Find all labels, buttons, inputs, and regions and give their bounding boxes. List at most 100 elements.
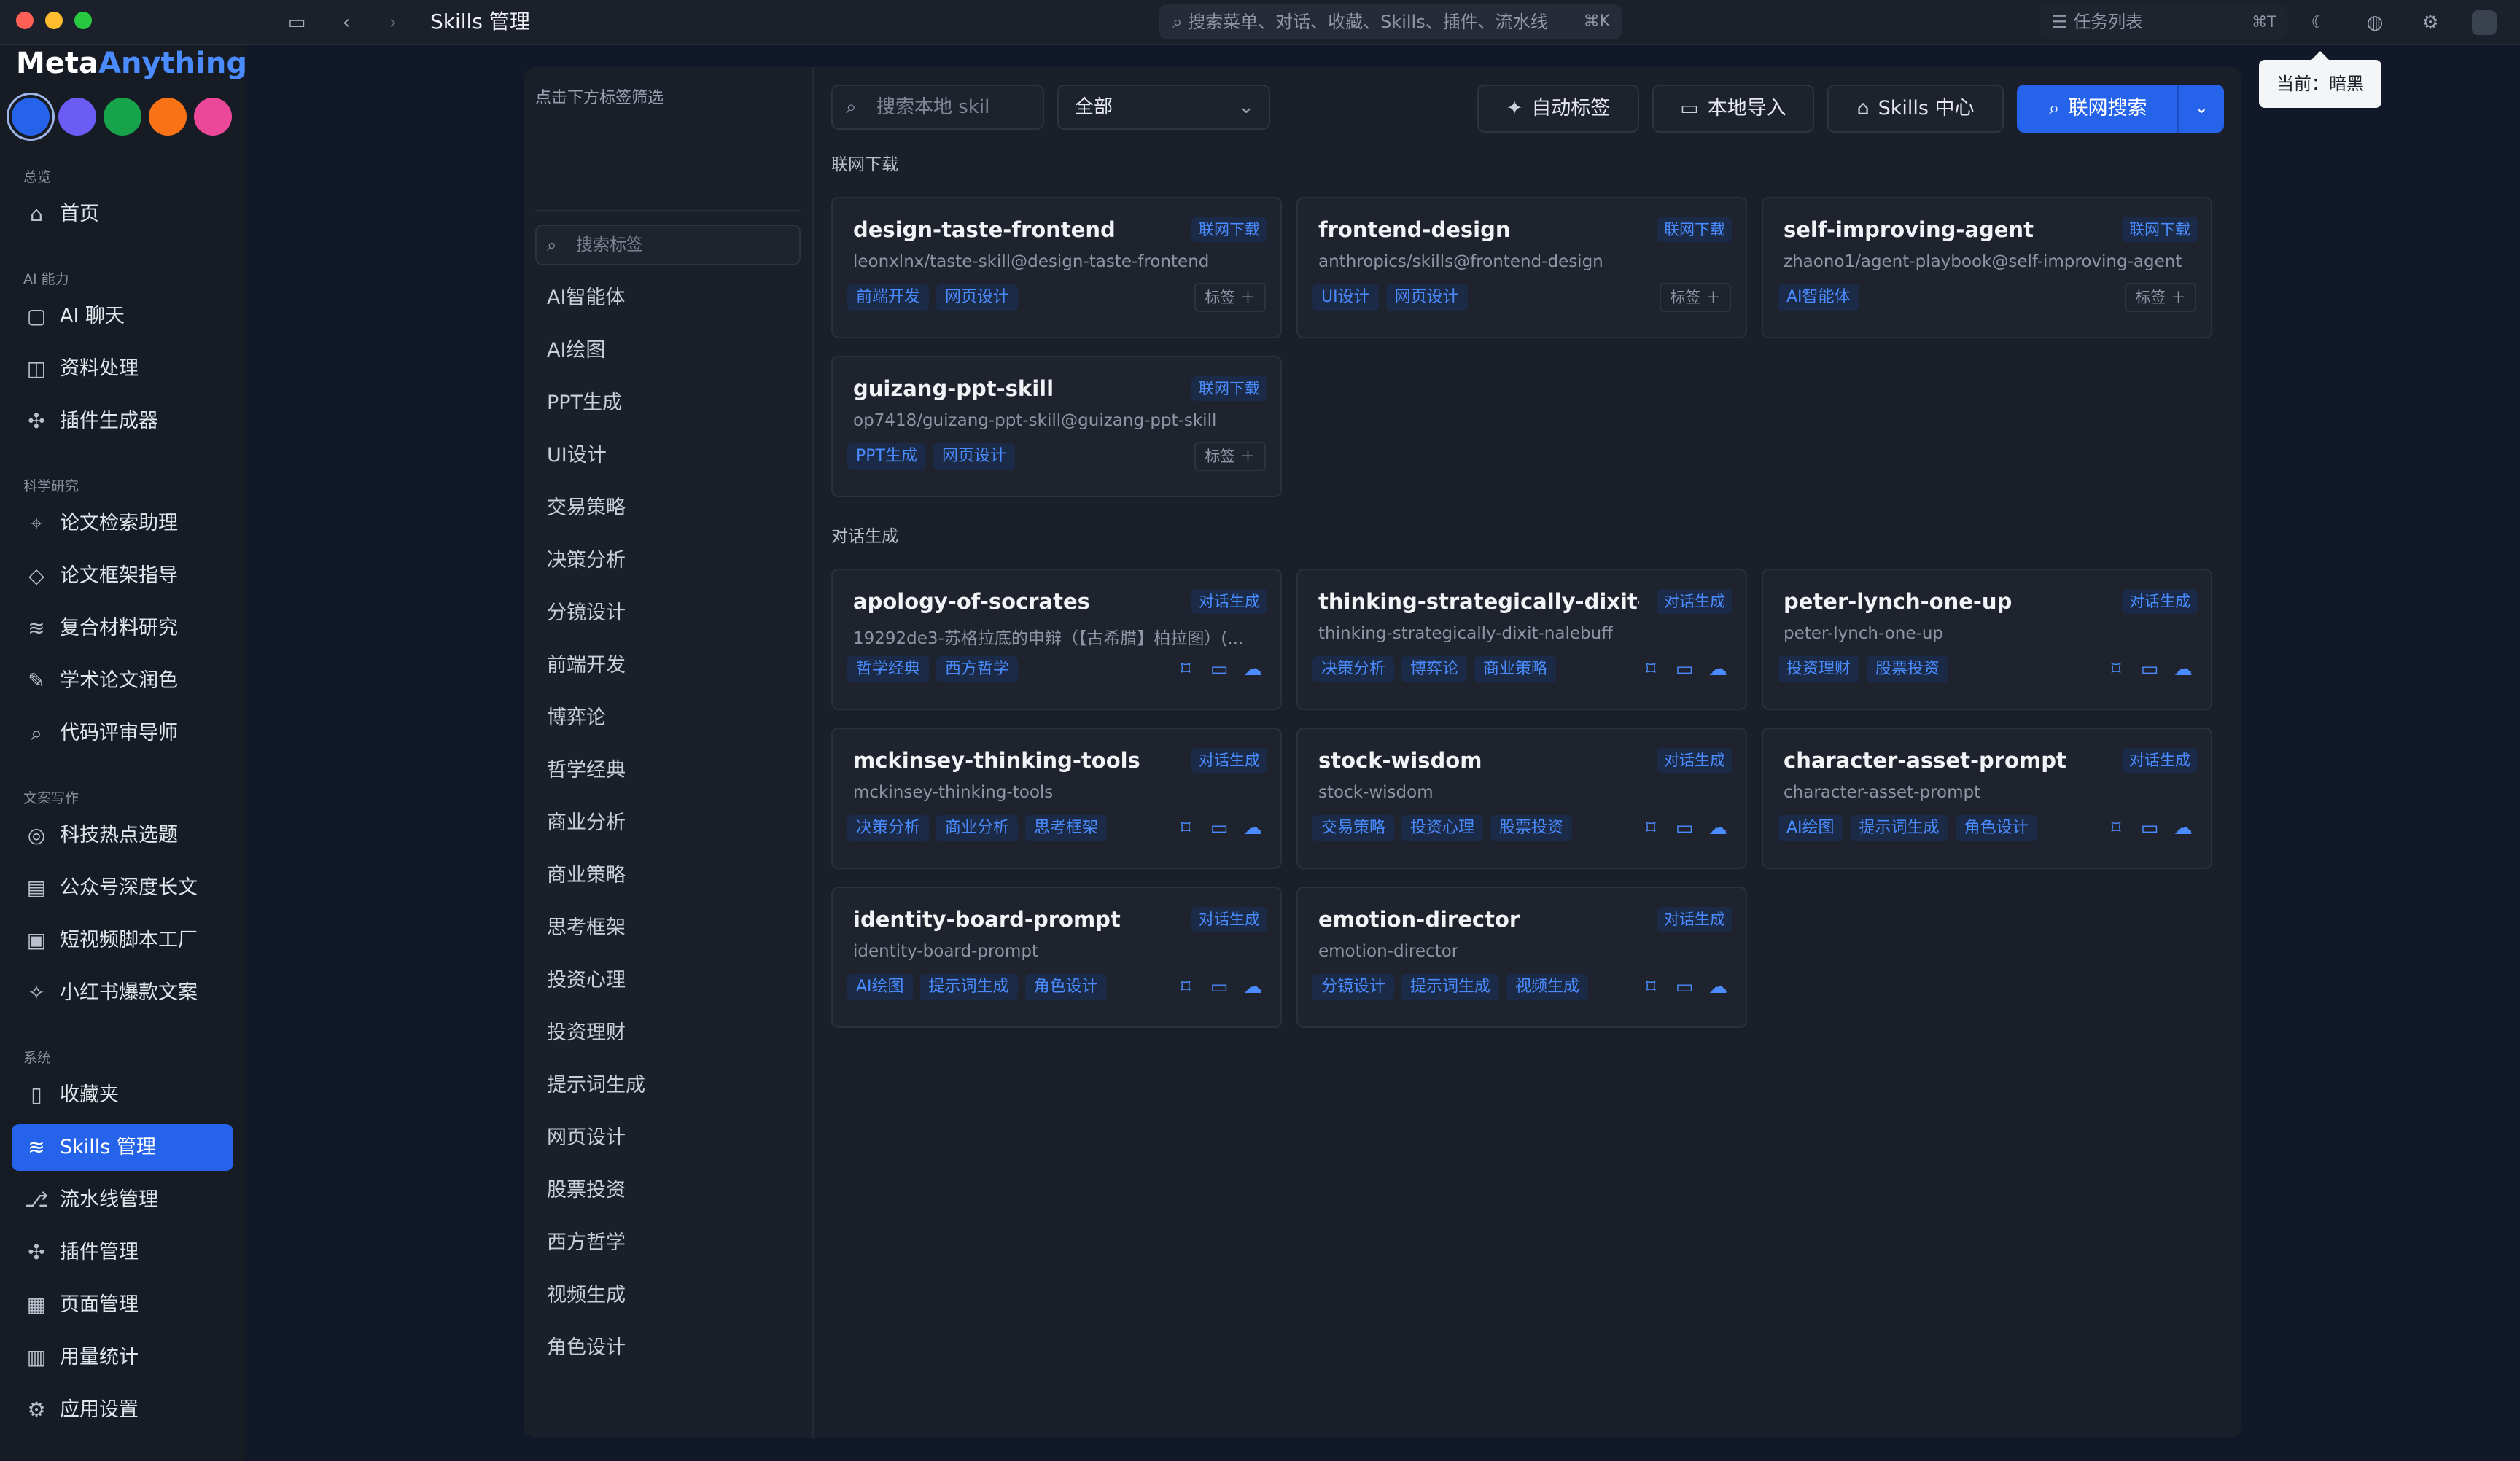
tag-icon[interactable]: ⌑: [1636, 971, 1665, 1003]
tag-chip[interactable]: 网页设计: [936, 284, 1019, 311]
tag-filter-item[interactable]: 投资心理: [547, 964, 626, 992]
tag-search-input[interactable]: ⌕ 搜索标签: [535, 225, 801, 265]
tag-chip[interactable]: 提示词生成: [1850, 815, 1948, 841]
cloud-upload-icon[interactable]: ☁: [1703, 971, 1732, 1003]
sidebar-item-xhs-copy[interactable]: ✧ 小红书爆款文案: [12, 970, 233, 1016]
sidebar-item-favorites[interactable]: ▯ 收藏夹: [12, 1072, 233, 1118]
tag-chip[interactable]: UI设计: [1312, 284, 1379, 311]
tag-filter-item[interactable]: 商业分析: [547, 806, 626, 835]
web-search-menu-button[interactable]: ⌄: [2177, 85, 2224, 133]
global-search[interactable]: ⌕ 搜索菜单、对话、收藏、Skills、插件、流水线 ⌘K: [1159, 4, 1622, 39]
cloud-upload-icon[interactable]: ☁: [1238, 812, 1267, 844]
skill-card[interactable]: character-asset-prompt 对话生成 character-asse…: [1762, 728, 2212, 869]
tag-chip[interactable]: AI绘图: [1778, 815, 1843, 841]
maximize-window-button[interactable]: [74, 12, 92, 29]
skill-card[interactable]: self-improving-agent 联网下载 zhaono1/agent-pl…: [1762, 197, 2212, 338]
folder-search-icon[interactable]: ▭: [2135, 653, 2164, 685]
tag-filter-item[interactable]: 商业策略: [547, 859, 626, 887]
add-tag-button[interactable]: 标签 ＋: [1194, 283, 1266, 312]
cloud-upload-icon[interactable]: ☁: [2169, 812, 2198, 844]
sidebar-item-paper-search[interactable]: ⌖ 论文检索助理: [12, 500, 233, 547]
tag-filter-item[interactable]: 哲学经典: [547, 754, 626, 782]
close-window-button[interactable]: [16, 12, 34, 29]
sidebar-item-paper-framework[interactable]: ◇ 论文框架指导: [12, 553, 233, 599]
cloud-upload-icon[interactable]: ☁: [1238, 653, 1267, 685]
folder-search-icon[interactable]: ▭: [2135, 812, 2164, 844]
web-search-button[interactable]: ⌕ 联网搜索: [2017, 85, 2179, 133]
tag-chip[interactable]: 角色设计: [1024, 974, 1107, 1000]
sidebar-item-settings[interactable]: ⚙ 应用设置: [12, 1387, 233, 1433]
skill-card[interactable]: identity-board-prompt 对话生成 identity-board-…: [831, 887, 1282, 1028]
tag-chip[interactable]: 商业策略: [1474, 656, 1557, 682]
tag-chip[interactable]: 博弈论: [1401, 656, 1468, 682]
tag-chip[interactable]: 网页设计: [1385, 284, 1468, 311]
tag-chip[interactable]: AI智能体: [1778, 284, 1859, 311]
tag-chip[interactable]: 网页设计: [933, 443, 1015, 470]
sidebar-item-skills[interactable]: ≋ Skills 管理: [12, 1124, 233, 1171]
tag-chip[interactable]: 前端开发: [847, 284, 930, 311]
tag-filter-item[interactable]: 提示词生成: [547, 1069, 645, 1097]
tag-chip[interactable]: 分镜设计: [1312, 974, 1395, 1000]
skill-card[interactable]: frontend-design 联网下载 anthropics/skills@fro…: [1296, 197, 1747, 338]
cloud-upload-icon[interactable]: ☁: [1703, 653, 1732, 685]
tag-filter-item[interactable]: 西方哲学: [547, 1226, 626, 1255]
tag-filter-item[interactable]: 思考框架: [547, 911, 626, 940]
tag-chip[interactable]: 哲学经典: [847, 656, 930, 682]
local-import-button[interactable]: ▭ 本地导入: [1652, 85, 1814, 133]
tag-icon[interactable]: ⌑: [2101, 812, 2131, 844]
gear-icon[interactable]: ⚙: [2418, 10, 2443, 35]
tag-filter-item[interactable]: AI智能体: [547, 281, 625, 310]
cloud-upload-icon[interactable]: ☁: [1238, 971, 1267, 1003]
tag-icon[interactable]: ⌑: [1636, 812, 1665, 844]
tag-filter-item[interactable]: 前端开发: [547, 649, 626, 677]
cloud-upload-icon[interactable]: ☁: [1703, 812, 1732, 844]
tag-chip[interactable]: 股票投资: [1490, 815, 1573, 841]
theme-color-orange[interactable]: [149, 98, 187, 136]
skills-center-button[interactable]: ⌂ Skills 中心: [1827, 85, 2004, 133]
add-tag-button[interactable]: 标签 ＋: [1660, 283, 1731, 312]
skill-card[interactable]: design-taste-frontend 联网下载 leonxlnx/taste-…: [831, 197, 1282, 338]
tag-filter-item[interactable]: AI绘图: [547, 334, 605, 362]
sidebar-item-longform[interactable]: ▤ 公众号深度长文: [12, 865, 233, 911]
tag-chip[interactable]: 视频生成: [1506, 974, 1589, 1000]
tag-icon[interactable]: ⌑: [1171, 653, 1200, 685]
tag-chip[interactable]: 交易策略: [1312, 815, 1395, 841]
forward-icon[interactable]: ›: [381, 10, 405, 35]
tag-icon[interactable]: ⌑: [1171, 812, 1200, 844]
sidebar-item-tech-topics[interactable]: ◎ 科技热点选题: [12, 812, 233, 859]
cloud-upload-icon[interactable]: ☁: [2169, 653, 2198, 685]
sidebar-item-composite-research[interactable]: ≋ 复合材料研究: [12, 605, 233, 652]
tag-filter-item[interactable]: 网页设计: [547, 1121, 626, 1150]
sidebar-item-pages[interactable]: ▦ 页面管理: [12, 1282, 233, 1328]
skill-card[interactable]: mckinsey-thinking-tools 对话生成 mckinsey-thin…: [831, 728, 1282, 869]
tag-chip[interactable]: AI绘图: [847, 974, 913, 1000]
folder-search-icon[interactable]: ▭: [1205, 812, 1234, 844]
sidebar-item-ai-chat[interactable]: ▢ AI 聊天: [12, 293, 233, 340]
tag-filter-item[interactable]: UI设计: [547, 439, 607, 467]
folder-search-icon[interactable]: ▭: [1670, 812, 1699, 844]
theme-color-pink[interactable]: [194, 98, 232, 136]
moon-icon[interactable]: ☾: [2307, 10, 2332, 35]
tag-chip[interactable]: 股票投资: [1867, 656, 1949, 682]
skill-card[interactable]: thinking-strategically-dixit-... 对话生成 thin…: [1296, 569, 1747, 710]
add-tag-button[interactable]: 标签 ＋: [2125, 283, 2196, 312]
task-list-button[interactable]: ☰ 任务列表 ⌘T: [2039, 4, 2287, 39]
tag-filter-item[interactable]: 投资理财: [547, 1016, 626, 1045]
tag-chip[interactable]: 投资心理: [1401, 815, 1484, 841]
tag-icon[interactable]: ⌑: [2101, 653, 2131, 685]
tag-chip[interactable]: 提示词生成: [1401, 974, 1500, 1000]
back-icon[interactable]: ‹: [334, 10, 359, 35]
folder-search-icon[interactable]: ▭: [1205, 653, 1234, 685]
sidebar-item-home[interactable]: ⌂ 首页: [12, 191, 233, 238]
folder-search-icon[interactable]: ▭: [1670, 971, 1699, 1003]
tag-chip[interactable]: 决策分析: [1312, 656, 1395, 682]
sidebar-toggle-icon[interactable]: ▭: [284, 10, 309, 35]
tag-filter-item[interactable]: 交易策略: [547, 491, 626, 520]
source-filter-select[interactable]: 全部 ⌄: [1057, 85, 1270, 130]
tag-filter-item[interactable]: PPT生成: [547, 386, 622, 415]
minimize-window-button[interactable]: [45, 12, 63, 29]
tag-filter-item[interactable]: 角色设计: [547, 1331, 626, 1360]
auto-tag-button[interactable]: ✦ 自动标签: [1477, 85, 1639, 133]
skill-card[interactable]: peter-lynch-one-up 对话生成 peter-lynch-one-up…: [1762, 569, 2212, 710]
sidebar-item-plugin-generator[interactable]: ✣ 插件生成器: [12, 398, 233, 445]
